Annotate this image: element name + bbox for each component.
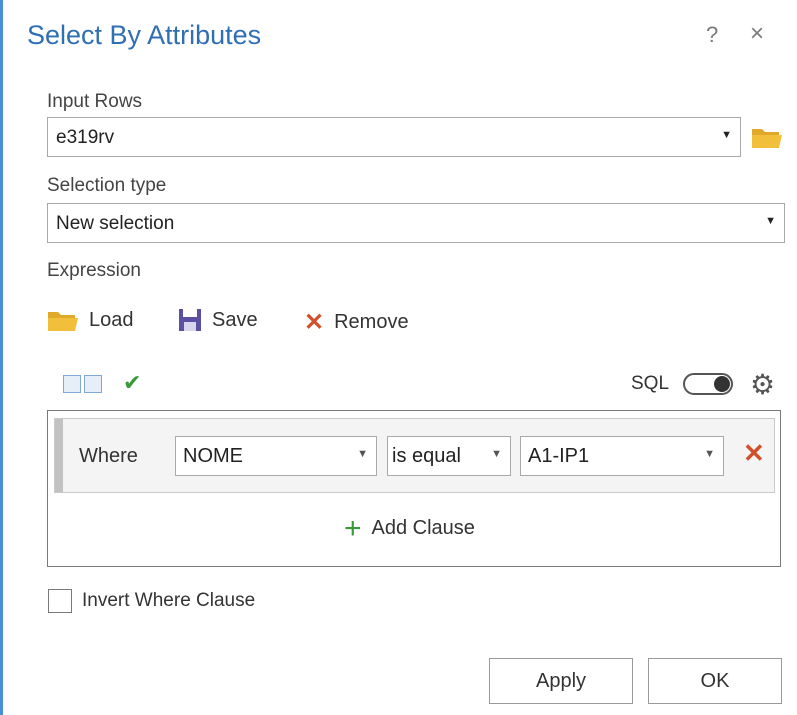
apply-button[interactable]: Apply	[489, 658, 633, 704]
close-button[interactable]: ×	[750, 20, 764, 48]
chevron-down-icon: ▼	[357, 448, 368, 460]
floppy-disk-icon	[179, 309, 201, 331]
selection-type-label: Selection type	[47, 175, 167, 196]
delete-clause-icon[interactable]: ✕	[743, 438, 765, 469]
add-clause-label: Add Clause	[371, 517, 475, 539]
gear-icon[interactable]: ⚙	[750, 368, 775, 401]
invert-where-label: Invert Where Clause	[82, 590, 256, 611]
save-label: Save	[212, 308, 258, 331]
plus-icon: +	[344, 511, 362, 545]
sql-label: SQL	[631, 373, 670, 394]
operator-value: is equal	[392, 445, 461, 467]
remove-button[interactable]: ✕ Remove	[304, 308, 409, 337]
field-value: NOME	[183, 445, 243, 467]
input-rows-dropdown[interactable]: e319rv ▼	[47, 117, 741, 157]
indent-icon[interactable]	[84, 375, 102, 393]
load-button[interactable]: Load	[47, 308, 134, 332]
ok-button[interactable]: OK	[648, 658, 782, 704]
expression-label: Expression	[47, 260, 141, 281]
input-rows-label: Input Rows	[47, 91, 143, 112]
where-label: Where	[79, 445, 138, 467]
chevron-down-icon: ▼	[704, 448, 715, 460]
validate-check-icon[interactable]: ✔	[123, 370, 141, 396]
remove-x-icon: ✕	[304, 309, 325, 336]
operator-dropdown[interactable]: is equal ▼	[387, 436, 511, 476]
load-label: Load	[89, 308, 134, 331]
drag-grip-handle[interactable]	[55, 419, 63, 492]
add-clause-button[interactable]: + Add Clause	[344, 511, 475, 545]
input-rows-value: e319rv	[56, 127, 115, 148]
outdent-icon[interactable]	[63, 375, 81, 393]
value-dropdown[interactable]: A1-IP1 ▼	[520, 436, 724, 476]
window-border	[0, 0, 3, 715]
toggle-knob	[714, 376, 730, 392]
value-value: A1-IP1	[528, 445, 590, 467]
save-button[interactable]: Save	[178, 308, 258, 332]
invert-where-checkbox[interactable]	[48, 589, 72, 613]
help-button[interactable]: ?	[706, 22, 718, 48]
sql-toggle[interactable]	[683, 373, 733, 395]
chevron-down-icon: ▼	[721, 129, 732, 141]
selection-type-value: New selection	[56, 213, 175, 234]
browse-folder-icon[interactable]	[751, 125, 783, 149]
expression-builder: Where NOME ▼ is equal ▼ A1-IP1 ▼ ✕ + Add…	[47, 410, 781, 567]
chevron-down-icon: ▼	[491, 448, 502, 460]
folder-icon	[48, 312, 78, 331]
dialog-title: Select By Attributes	[27, 20, 262, 50]
selection-type-dropdown[interactable]: New selection ▼	[47, 203, 785, 243]
field-dropdown[interactable]: NOME ▼	[175, 436, 377, 476]
chevron-down-icon: ▼	[765, 215, 776, 227]
clause-row: Where NOME ▼ is equal ▼ A1-IP1 ▼ ✕	[54, 418, 775, 493]
remove-label: Remove	[334, 311, 409, 333]
